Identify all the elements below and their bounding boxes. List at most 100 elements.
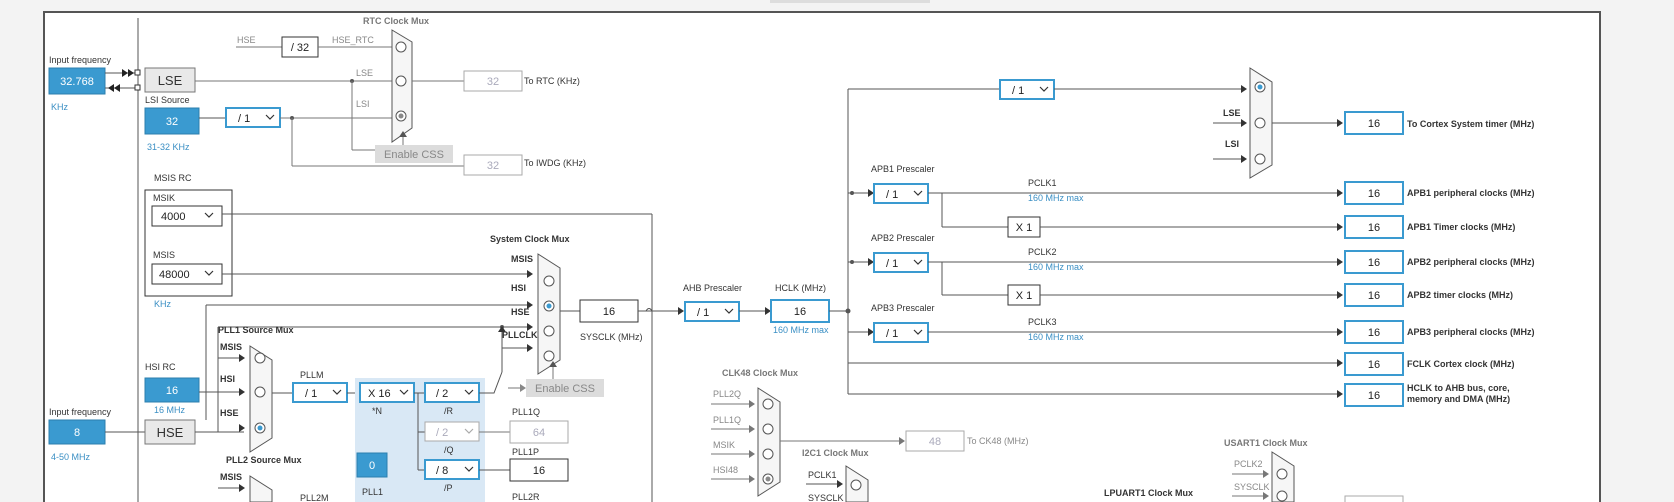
iwdg-output-value: 32 bbox=[487, 160, 499, 172]
usart1-sysclk-label: SYSCLK bbox=[1234, 482, 1270, 492]
apb1-peripheral-label: APB1 peripheral clocks (MHz) bbox=[1407, 188, 1535, 198]
hse-input-frequency-label: Input frequency bbox=[49, 407, 112, 417]
lpuart1-clock-mux-label: LPUART1 Clock Mux bbox=[1104, 488, 1193, 498]
clk48-pll2q-label: PLL2Q bbox=[713, 389, 741, 399]
lse-input-frequency-value: 32.768 bbox=[60, 76, 94, 88]
pll1-source-mux-label: PLL1 Source Mux bbox=[218, 325, 294, 335]
pll1-msis-label: MSIS bbox=[220, 342, 242, 352]
sysmux-msis-label: MSIS bbox=[511, 254, 533, 264]
lsi-source-label: LSI Source bbox=[145, 95, 190, 105]
plln-value: X 16 bbox=[368, 388, 391, 400]
plln-label: *N bbox=[372, 406, 382, 416]
apb3-prescaler-value: / 1 bbox=[886, 328, 898, 340]
apb1-timer-value: 16 bbox=[1368, 222, 1380, 234]
pll1-label: PLL1 bbox=[362, 487, 383, 497]
pll1-hsi-label: HSI bbox=[220, 374, 235, 384]
clk48-hsi48-label: HSI48 bbox=[713, 465, 738, 475]
usart1-pclk2-radio[interactable] bbox=[1276, 468, 1288, 480]
i2c1-pclk1-label: PCLK1 bbox=[808, 470, 837, 480]
hclk-ahb-label-line2: memory and DMA (MHz) bbox=[1407, 394, 1510, 404]
i2c1-pclk1-radio[interactable] bbox=[850, 479, 862, 491]
systick-lse-label: LSE bbox=[1223, 108, 1241, 118]
apb1-timer-multiplier-value: X 1 bbox=[1016, 222, 1033, 234]
hse-input-frequency-value: 8 bbox=[74, 427, 80, 439]
pclk2-label: PCLK2 bbox=[1028, 247, 1057, 257]
pll1p-label: PLL1P bbox=[512, 447, 539, 457]
apb1-prescaler-value: / 1 bbox=[886, 189, 898, 201]
pll2-msis-label: MSIS bbox=[220, 472, 242, 482]
lse-button-label: LSE bbox=[158, 73, 183, 88]
hse-small-label: HSE bbox=[237, 35, 256, 45]
rtc-mux-lse-radio[interactable] bbox=[395, 75, 407, 87]
rtc-clock-mux-label: RTC Clock Mux bbox=[363, 16, 429, 26]
fclk-value: 16 bbox=[1368, 359, 1380, 371]
pll1-hse-label: HSE bbox=[220, 408, 239, 418]
rtc-mux-hse-radio[interactable] bbox=[395, 41, 407, 53]
sysmux-hse-label: HSE bbox=[511, 307, 530, 317]
rtc-mux-lsi-radio-dot bbox=[398, 113, 404, 119]
hclk-bus-junction bbox=[845, 308, 851, 314]
hclk-ahb-label-line1: HCLK to AHB bus, core, bbox=[1407, 383, 1510, 393]
lse-input-frequency-label: Input frequency bbox=[49, 55, 112, 65]
hclk-max: 160 MHz max bbox=[773, 325, 829, 335]
usart1-sysclk-radio[interactable] bbox=[1276, 490, 1288, 502]
pllq-value: / 2 bbox=[436, 427, 448, 439]
lse-pin2-icon bbox=[134, 84, 141, 91]
apb3-peripheral-label: APB3 peripheral clocks (MHz) bbox=[1407, 327, 1535, 337]
pll1-mux-msis-radio[interactable] bbox=[254, 352, 266, 364]
rtc-lsi-label: LSI bbox=[356, 99, 370, 109]
i2c1-clock-mux-label: I2C1 Clock Mux bbox=[802, 448, 869, 458]
lsi-range: 31-32 KHz bbox=[147, 142, 190, 152]
enable-css-system-label: Enable CSS bbox=[535, 383, 595, 395]
hclk-ahb-value: 16 bbox=[1368, 390, 1380, 402]
i2c1-sysclk-label: SYSCLK bbox=[808, 493, 844, 502]
sysclk-label: SYSCLK (MHz) bbox=[580, 332, 643, 342]
clk48-hsi48-radio-dot bbox=[765, 476, 771, 482]
hsi-rc-unit: 16 MHz bbox=[154, 405, 186, 415]
apb3-peripheral-value: 16 bbox=[1368, 327, 1380, 339]
usart1-pclk2-label: PCLK2 bbox=[1234, 459, 1263, 469]
pclk2-max: 160 MHz max bbox=[1028, 262, 1084, 272]
sysmux-msis-radio[interactable] bbox=[543, 275, 555, 287]
to-iwdg-label: To IWDG (KHz) bbox=[524, 158, 586, 168]
sysmux-hse-radio[interactable] bbox=[543, 325, 555, 337]
pll1-mux-hsi-radio[interactable] bbox=[254, 386, 266, 398]
clk48-msik-label: MSIK bbox=[713, 440, 735, 450]
systick-mux-lse-radio[interactable] bbox=[1254, 117, 1266, 129]
systick-mux-hclk-radio-dot bbox=[1257, 84, 1263, 90]
apb2-timer-multiplier-value: X 1 bbox=[1016, 290, 1033, 302]
ck48-output-value: 48 bbox=[929, 436, 941, 448]
apb2-prescaler-label: APB2 Prescaler bbox=[871, 233, 935, 243]
apb1-peripheral-value: 16 bbox=[1368, 188, 1380, 200]
apb1-timer-label: APB1 Timer clocks (MHz) bbox=[1407, 222, 1515, 232]
clk48-pll1q-radio[interactable] bbox=[762, 423, 774, 435]
pllm-value: / 1 bbox=[305, 388, 317, 400]
fclk-label: FCLK Cortex clock (MHz) bbox=[1407, 359, 1515, 369]
cortex-timer-value: 16 bbox=[1368, 118, 1380, 130]
msik-label: MSIK bbox=[153, 193, 175, 203]
clk48-pll2q-radio[interactable] bbox=[762, 398, 774, 410]
apb2-peripheral-value: 16 bbox=[1368, 257, 1380, 269]
clock-configuration-diagram: Input frequency 32.768 KHz LSE LSI Sourc… bbox=[43, 0, 1601, 502]
systick-divider-value: / 1 bbox=[1012, 85, 1024, 97]
clk48-pll1q-label: PLL1Q bbox=[713, 415, 741, 425]
hse-button-label: HSE bbox=[157, 425, 184, 440]
usart1-clock-mux-label: USART1 Clock Mux bbox=[1224, 438, 1308, 448]
sysmux-pllclk-radio[interactable] bbox=[543, 350, 555, 362]
cortex-timer-label: To Cortex System timer (MHz) bbox=[1407, 119, 1534, 129]
systick-mux-lsi-radio[interactable] bbox=[1254, 153, 1266, 165]
to-ck48-label: To CK48 (MHz) bbox=[967, 436, 1029, 446]
lsi-divider-value: / 1 bbox=[238, 113, 250, 125]
hclk-label: HCLK (MHz) bbox=[775, 283, 826, 293]
apb2-timer-label: APB2 timer clocks (MHz) bbox=[1407, 290, 1513, 300]
hse-range: 4-50 MHz bbox=[51, 452, 91, 462]
pclk3-max: 160 MHz max bbox=[1028, 332, 1084, 342]
apb3-prescaler-label: APB3 Prescaler bbox=[871, 303, 935, 313]
pclk1-label: PCLK1 bbox=[1028, 178, 1057, 188]
clk48-msik-radio[interactable] bbox=[762, 448, 774, 460]
apb2-prescaler-value: / 1 bbox=[886, 258, 898, 270]
pll1p-output-value: 16 bbox=[533, 465, 545, 477]
pllr-value: / 2 bbox=[436, 388, 448, 400]
lse-pin-icon bbox=[134, 69, 141, 76]
msis-label: MSIS bbox=[153, 250, 175, 260]
